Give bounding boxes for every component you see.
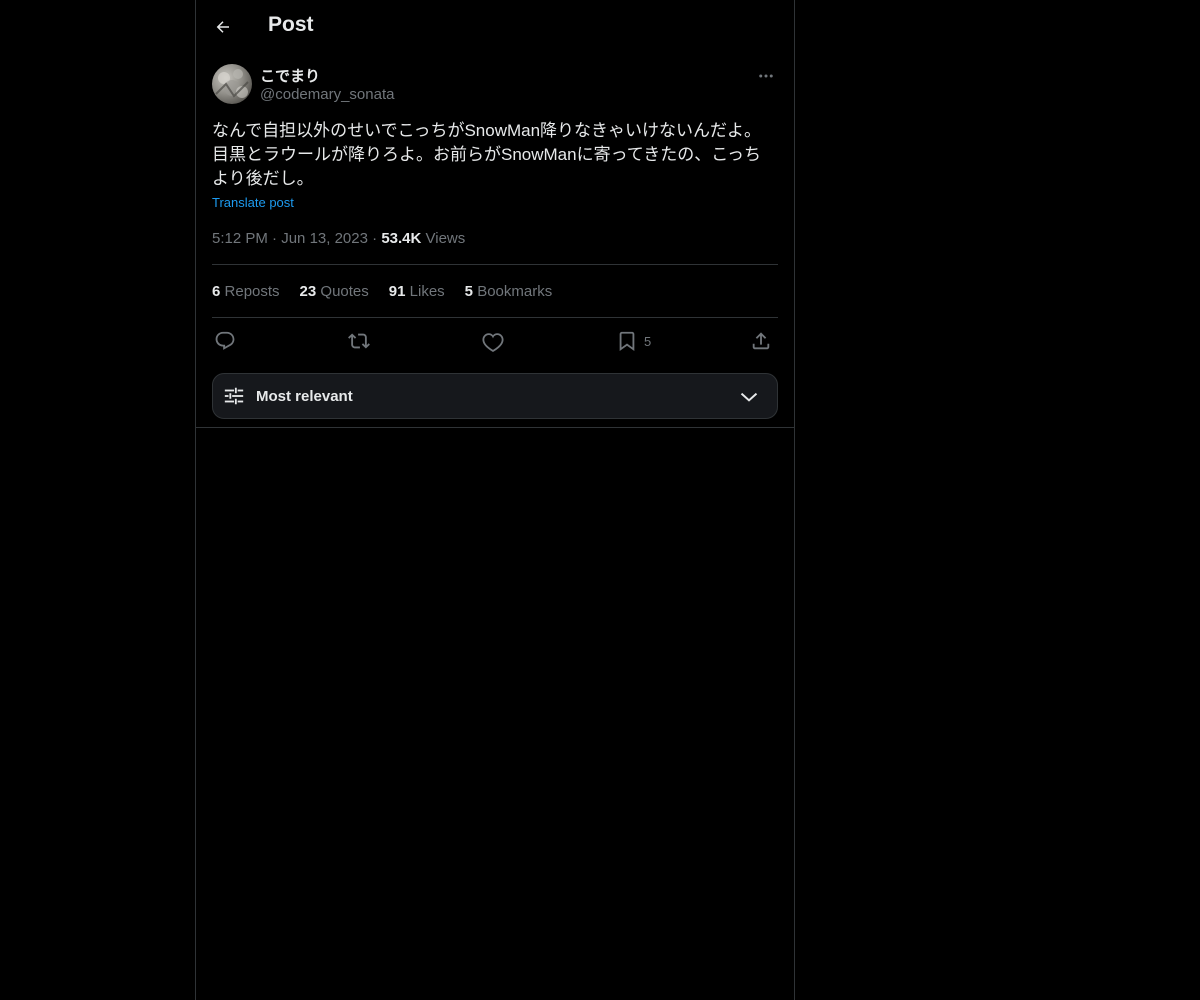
author-name[interactable]: こでまり <box>260 65 320 86</box>
divider <box>212 317 778 318</box>
translate-post-link[interactable]: Translate post <box>212 195 294 210</box>
meta-separator: · <box>372 230 378 247</box>
page-title: Post <box>268 13 314 36</box>
avatar-image <box>215 69 249 98</box>
post-time[interactable]: 5:12 PM <box>212 230 268 247</box>
bookmarks-count: 5 <box>464 283 474 300</box>
author-handle[interactable]: @codemary_sonata <box>260 86 394 103</box>
action-bar: 5 <box>212 329 778 353</box>
reply-button[interactable] <box>214 329 236 353</box>
repost-button[interactable] <box>348 329 370 353</box>
repost-icon <box>348 333 370 349</box>
post-text: なんで自担以外のせいでこっちがSnowMan降りなきゃいけないんだよ。 目黒とラ… <box>212 121 762 188</box>
like-button[interactable] <box>482 329 504 353</box>
quotes-count: 23 <box>299 283 317 300</box>
quotes-label: Quotes <box>320 283 369 300</box>
back-button[interactable] <box>208 10 238 44</box>
chevron-down-icon <box>740 392 758 402</box>
reposts-label: Reposts <box>224 283 280 300</box>
post-stats: 6 Reposts 23 Quotes 91 Likes 5 Bookmarks <box>212 283 552 300</box>
views-label: Views <box>425 230 466 247</box>
sliders-icon <box>224 387 244 405</box>
page-header: Post <box>196 0 794 54</box>
divider <box>196 427 794 428</box>
reposts-stat[interactable]: 6 Reposts <box>212 283 280 300</box>
sort-replies-dropdown[interactable]: Most relevant <box>212 373 778 419</box>
bookmark-button[interactable]: 5 <box>616 329 651 353</box>
arrow-left-icon <box>216 21 229 33</box>
post-date[interactable]: Jun 13, 2023 <box>281 230 368 247</box>
bookmark-icon <box>619 331 635 352</box>
share-icon <box>752 332 770 350</box>
likes-label: Likes <box>409 283 445 300</box>
bookmarks-stat[interactable]: 5 Bookmarks <box>465 283 553 300</box>
heart-icon <box>482 333 504 352</box>
quotes-stat[interactable]: 23 Quotes <box>300 283 369 300</box>
sort-label: Most relevant <box>256 388 353 405</box>
more-options-button[interactable] <box>754 64 778 88</box>
avatar[interactable] <box>212 64 252 104</box>
reply-icon <box>215 331 235 350</box>
more-icon <box>759 74 773 78</box>
likes-stat[interactable]: 91 Likes <box>389 283 445 300</box>
divider <box>212 264 778 265</box>
bookmarks-label: Bookmarks <box>477 283 553 300</box>
likes-count: 91 <box>388 283 406 300</box>
main-column: Post こでまり @codemary_sonata なんで自担以外のせいでこっ… <box>195 0 795 1000</box>
post-meta: 5:12 PM · Jun 13, 2023 · 53.4K Views <box>212 230 465 247</box>
views-count: 53.4K <box>381 230 422 247</box>
reposts-count: 6 <box>212 283 221 300</box>
share-button[interactable] <box>750 329 772 353</box>
meta-separator: · <box>272 230 278 247</box>
bookmark-count: 5 <box>644 333 652 349</box>
